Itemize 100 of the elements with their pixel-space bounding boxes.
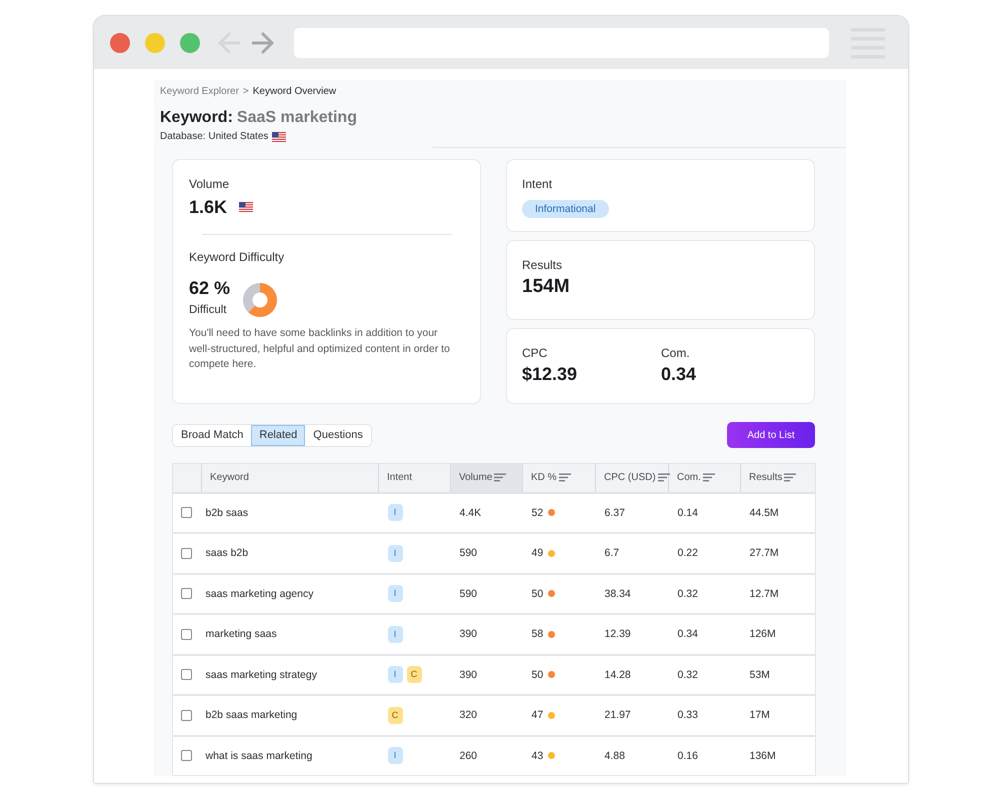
intent-tag: Informational (522, 200, 609, 218)
keyword-cell: marketing saas (202, 614, 378, 654)
competition-cell: 0.34 (668, 614, 740, 654)
forward-arrow-icon[interactable] (252, 32, 274, 54)
kd-value: 52 (532, 506, 544, 519)
intent-tag: I (388, 544, 402, 562)
kd-value: 43 (532, 750, 544, 762)
breadcrumb-link[interactable]: Keyword Explorer (160, 86, 239, 98)
column-header[interactable]: KD % (522, 464, 596, 492)
competition-cell: 0.32 (668, 574, 740, 614)
keyword-cell: saas marketing strategy (202, 654, 378, 695)
volume-cell: 590 (450, 533, 522, 574)
results-cell: 126M (740, 614, 816, 654)
competition-cell: 0.22 (668, 533, 740, 574)
row-checkbox[interactable] (181, 750, 192, 762)
competition-value: 0.34 (661, 363, 698, 385)
tab[interactable]: Related (251, 424, 306, 446)
current-page-label: Keyword Overview (252, 86, 336, 98)
column-label[interactable]: KD % (531, 472, 557, 484)
maximize-button[interactable] (180, 32, 200, 52)
intent-tag: I (388, 747, 402, 764)
kd-value: 50 (532, 588, 544, 600)
column-label[interactable]: CPC (USD) (604, 472, 656, 484)
difficulty-rating: Difficult (189, 303, 228, 317)
volume-cell: 260 (450, 736, 522, 776)
sort-icon[interactable] (658, 473, 670, 482)
intent-tag: I (388, 626, 402, 643)
cpc-cell: 4.88 (596, 736, 668, 776)
results-cell: 17M (740, 695, 816, 736)
row-checkbox[interactable] (181, 588, 192, 600)
competition-cell: 0.16 (668, 736, 740, 776)
row-checkbox[interactable] (181, 710, 192, 721)
cpc-label: CPC (522, 346, 548, 361)
results-cell: 53M (740, 654, 816, 695)
keyword-title: SaaS marketing (236, 108, 357, 128)
results-cell: 44.5M (740, 492, 816, 533)
column-header[interactable]: Volume (450, 464, 522, 492)
keyword-cell: b2b saas (202, 492, 378, 533)
column-label[interactable]: Results (749, 472, 782, 484)
cpc-cell: 38.34 (596, 574, 668, 614)
column-header[interactable]: Results (740, 464, 816, 492)
kd-value: 58 (532, 628, 544, 640)
flag-icon (272, 132, 286, 142)
results-value: 154M (522, 276, 571, 298)
keyword-cell: saas marketing agency (202, 574, 378, 614)
kd-value: 47 (532, 709, 544, 722)
row-checkbox[interactable] (181, 507, 192, 518)
competition-label: Com. (661, 346, 691, 361)
competition-cell: 0.32 (668, 654, 740, 695)
remaining-slice (243, 283, 260, 312)
intent-tag: I (388, 585, 402, 602)
intent-tag: C (388, 706, 402, 724)
sort-icon[interactable] (494, 473, 506, 482)
difficulty-description: You'll need to have some backlinks in addition to your well-structured, helpful and optimized content in order to compete here. (189, 326, 451, 372)
cpc-cell: 12.39 (596, 614, 668, 654)
results-cell: 12.7M (740, 574, 816, 614)
intent-tag: C (406, 666, 422, 684)
volume-cell: 320 (450, 695, 522, 736)
column-label[interactable]: Com. (677, 472, 701, 484)
cpc-value: $12.39 (522, 363, 578, 385)
sort-icon[interactable] (702, 473, 715, 482)
flag-icon (239, 202, 254, 212)
add-to-list-button[interactable]: Add to List (727, 422, 815, 448)
difficulty-value: 62 % (189, 277, 230, 299)
database-label: Database: United States (160, 131, 268, 143)
volume-value: 1.6K (189, 196, 228, 218)
volume-cell: 390 (450, 654, 522, 695)
cpc-cell: 6.7 (596, 533, 668, 574)
volume-cell: 590 (450, 574, 522, 614)
keyword-cell: saas b2b (202, 533, 378, 574)
intent-tag: I (388, 504, 402, 522)
competition-cell: 0.33 (668, 695, 740, 736)
difficulty-slice (248, 283, 278, 317)
column-header[interactable]: CPC (USD) (596, 464, 668, 492)
keyword-cell: b2b saas marketing (202, 695, 378, 736)
row-checkbox[interactable] (181, 669, 192, 680)
kd-value: 50 (532, 668, 544, 681)
close-button[interactable] (110, 32, 130, 52)
row-checkbox[interactable] (181, 628, 192, 640)
results-cell: 27.7M (740, 533, 816, 574)
competition-cell: 0.14 (668, 492, 740, 533)
cpc-cell: 14.28 (596, 654, 668, 695)
volume-cell: 4.4K (450, 492, 522, 533)
sort-icon[interactable] (558, 473, 571, 482)
row-checkbox[interactable] (181, 548, 192, 559)
kd-value: 49 (532, 547, 544, 560)
sort-icon[interactable] (784, 473, 796, 482)
volume-label: Volume (189, 177, 230, 192)
column-label: Intent (387, 472, 412, 484)
column-label[interactable]: Volume (459, 472, 492, 484)
keyword-cell: what is saas marketing (202, 736, 378, 776)
intent-label: Intent (522, 177, 554, 192)
breadcrumb-separator: > (242, 86, 249, 98)
column-header[interactable]: Com. (668, 464, 740, 492)
difficulty-label: Keyword Difficulty (189, 250, 286, 265)
column-label: Keyword (210, 472, 249, 484)
cpc-cell: 6.37 (596, 492, 668, 533)
keyword-label: Keyword: (160, 108, 233, 128)
intent-tag: I (388, 666, 402, 684)
results-label: Results (522, 258, 564, 273)
